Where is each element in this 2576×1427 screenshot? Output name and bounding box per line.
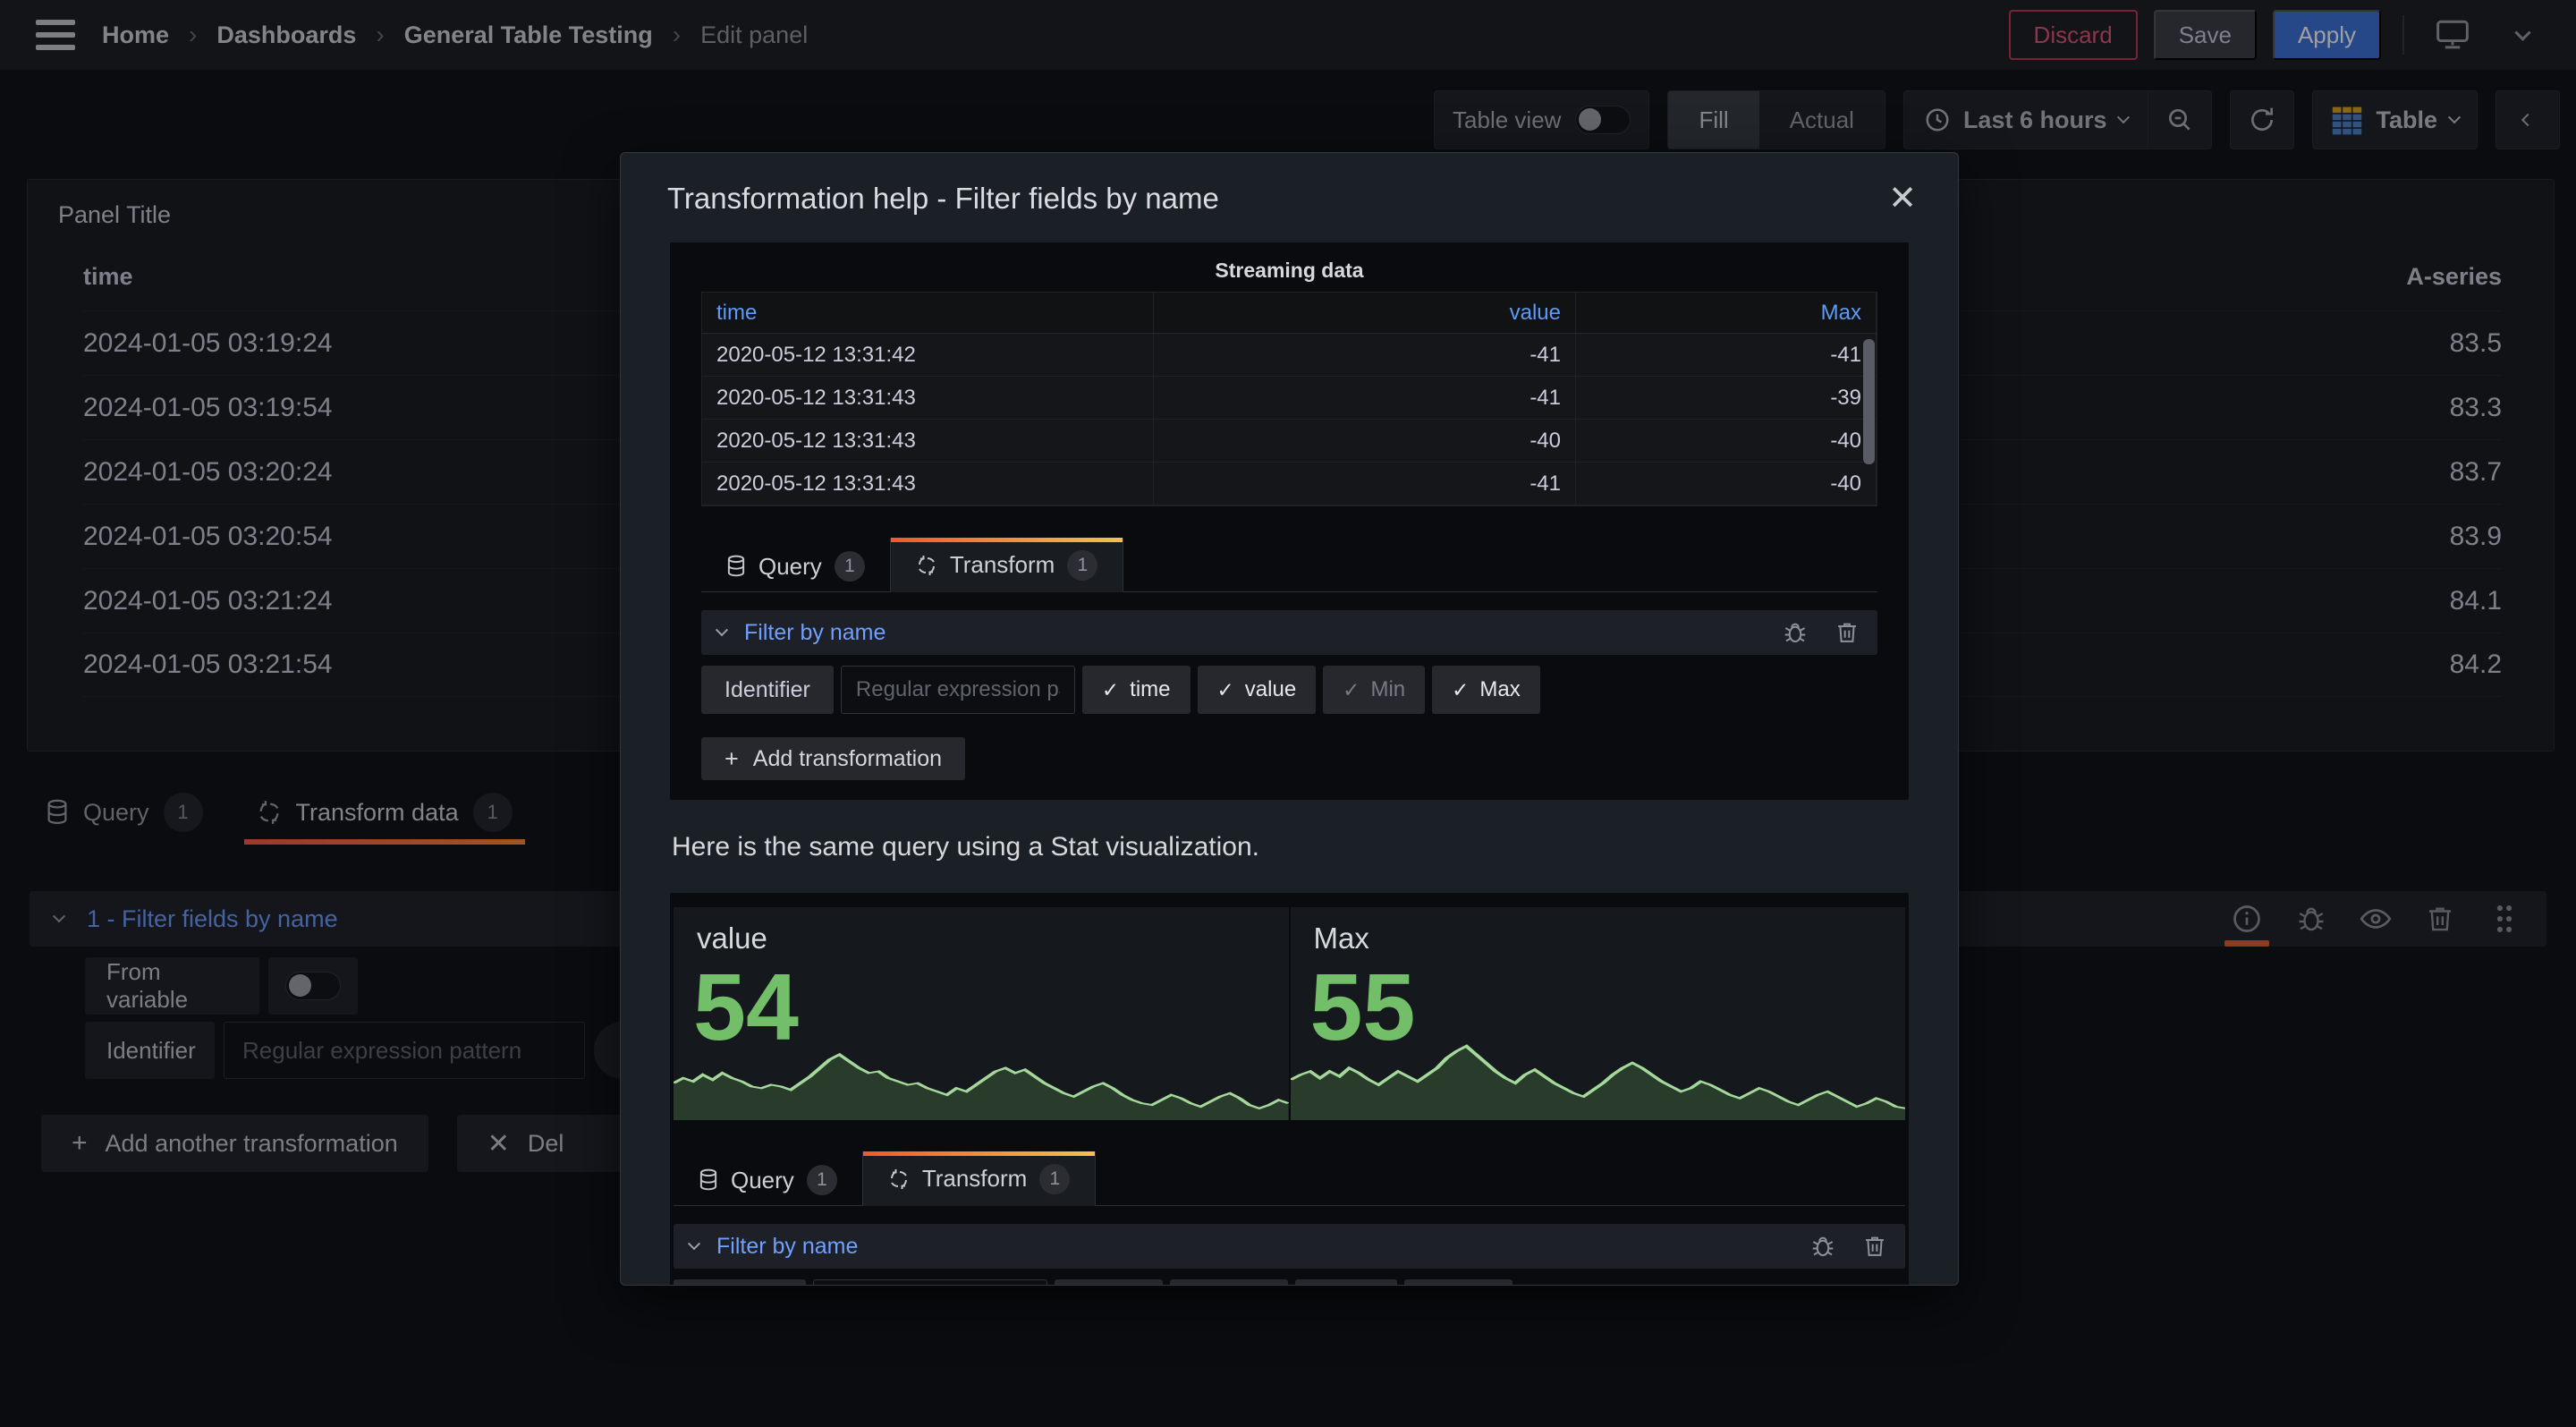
tab-transform[interactable]: Transform 1 — [890, 538, 1124, 592]
database-icon — [699, 1168, 718, 1192]
help-paragraph: Here is the same query using a Stat visu… — [672, 832, 1909, 862]
collapse-chevron-icon[interactable] — [688, 1237, 700, 1250]
field-chip-max[interactable]: ✓Max — [1404, 1279, 1513, 1286]
check-icon: ✓ — [1343, 678, 1360, 702]
modal-body: Streaming data time value Max 2020-05-12… — [621, 230, 1958, 1286]
tab-count-badge: 1 — [1039, 1164, 1070, 1194]
identifier-input[interactable] — [813, 1279, 1047, 1286]
identifier-label: Identifier — [674, 1279, 806, 1286]
identifier-input[interactable] — [841, 666, 1075, 714]
streaming-row: 2020-05-12 13:31:43-40-40 — [702, 420, 1877, 463]
trash-icon[interactable] — [1833, 618, 1861, 647]
tab-transform[interactable]: Transform 1 — [862, 1151, 1097, 1206]
identifier-label: Identifier — [701, 666, 834, 714]
plus-icon: + — [724, 745, 739, 773]
stat-panel: value 54 Max 55 — [674, 907, 1905, 1120]
help-example-table: Streaming data time value Max 2020-05-12… — [670, 242, 1909, 800]
transform-icon — [888, 1168, 910, 1190]
streaming-header-time[interactable]: time — [702, 293, 1154, 333]
filter-identifier-row: Identifier ✓time ✓value ✓Min ✓Max — [701, 666, 1877, 714]
grafana-edit-panel-screen: Home › Dashboards › General Table Testin… — [0, 0, 2576, 1427]
field-chip-time[interactable]: ✓time — [1082, 666, 1191, 714]
database-icon — [726, 555, 746, 578]
modal-title: Transformation help - Filter fields by n… — [667, 182, 1219, 216]
transformation-help-modal: Transformation help - Filter fields by n… — [620, 152, 1959, 1286]
tab-count-badge: 1 — [835, 551, 865, 582]
filter-identifier-row: Identifier ✓time ✓value ✓Min ✓Max — [674, 1279, 1905, 1286]
streaming-table: time value Max 2020-05-12 13:31:42-41-41… — [701, 292, 1877, 506]
field-chip-value[interactable]: ✓value — [1198, 666, 1317, 714]
add-transformation-button[interactable]: + Add transformation — [701, 737, 965, 780]
field-chip-time[interactable]: ✓time — [1055, 1279, 1163, 1286]
streaming-row: 2020-05-12 13:31:42-41-41 — [702, 334, 1877, 377]
streaming-row: 2020-05-12 13:31:43-41-40 — [702, 463, 1877, 505]
debug-bug-icon[interactable] — [1781, 618, 1809, 647]
debug-bug-icon[interactable] — [1809, 1232, 1837, 1261]
tab-count-badge: 1 — [1067, 550, 1097, 581]
field-chip-min[interactable]: ✓Min — [1323, 666, 1425, 714]
streaming-row: 2020-05-12 13:31:43-41-39 — [702, 377, 1877, 420]
field-chip-value[interactable]: ✓value — [1170, 1279, 1289, 1286]
filter-by-name-row[interactable]: Filter by name — [701, 610, 1877, 655]
tab-query[interactable]: Query 1 — [701, 541, 890, 591]
check-icon: ✓ — [1102, 678, 1119, 702]
tab-query[interactable]: Query 1 — [674, 1155, 862, 1205]
filter-by-name-row[interactable]: Filter by name — [674, 1224, 1905, 1269]
scrollbar-thumb[interactable] — [1863, 339, 1875, 464]
field-chip-max[interactable]: ✓Max — [1432, 666, 1540, 714]
check-icon: ✓ — [1452, 678, 1469, 702]
field-chip-min[interactable]: ✓Min — [1295, 1279, 1397, 1286]
tab-count-badge: 1 — [807, 1165, 837, 1195]
help-example-stat: value 54 Max 55 Query — [670, 893, 1909, 1286]
help-tabbar: Query 1 Transform 1 — [674, 1151, 1905, 1206]
streaming-header-max[interactable]: Max — [1576, 293, 1877, 333]
filter-by-name-title[interactable]: Filter by name — [744, 620, 886, 646]
sparkline-chart — [1291, 1036, 1906, 1120]
streaming-data-title: Streaming data — [701, 259, 1877, 283]
trash-icon[interactable] — [1860, 1232, 1889, 1261]
close-icon[interactable]: ✕ — [1888, 182, 1917, 216]
stat-max-cell: Max 55 — [1289, 907, 1906, 1120]
transform-icon — [916, 555, 937, 576]
sparkline-chart — [674, 1036, 1289, 1120]
stat-value-cell: value 54 — [674, 907, 1289, 1120]
collapse-chevron-icon[interactable] — [716, 624, 728, 636]
stat-label: value — [697, 922, 1289, 956]
filter-by-name-title[interactable]: Filter by name — [716, 1234, 858, 1260]
check-icon: ✓ — [1217, 678, 1234, 702]
stat-label: Max — [1314, 922, 1906, 956]
streaming-header-value[interactable]: value — [1154, 293, 1576, 333]
modal-header: Transformation help - Filter fields by n… — [621, 153, 1958, 230]
help-tabbar: Query 1 Transform 1 — [701, 537, 1877, 592]
